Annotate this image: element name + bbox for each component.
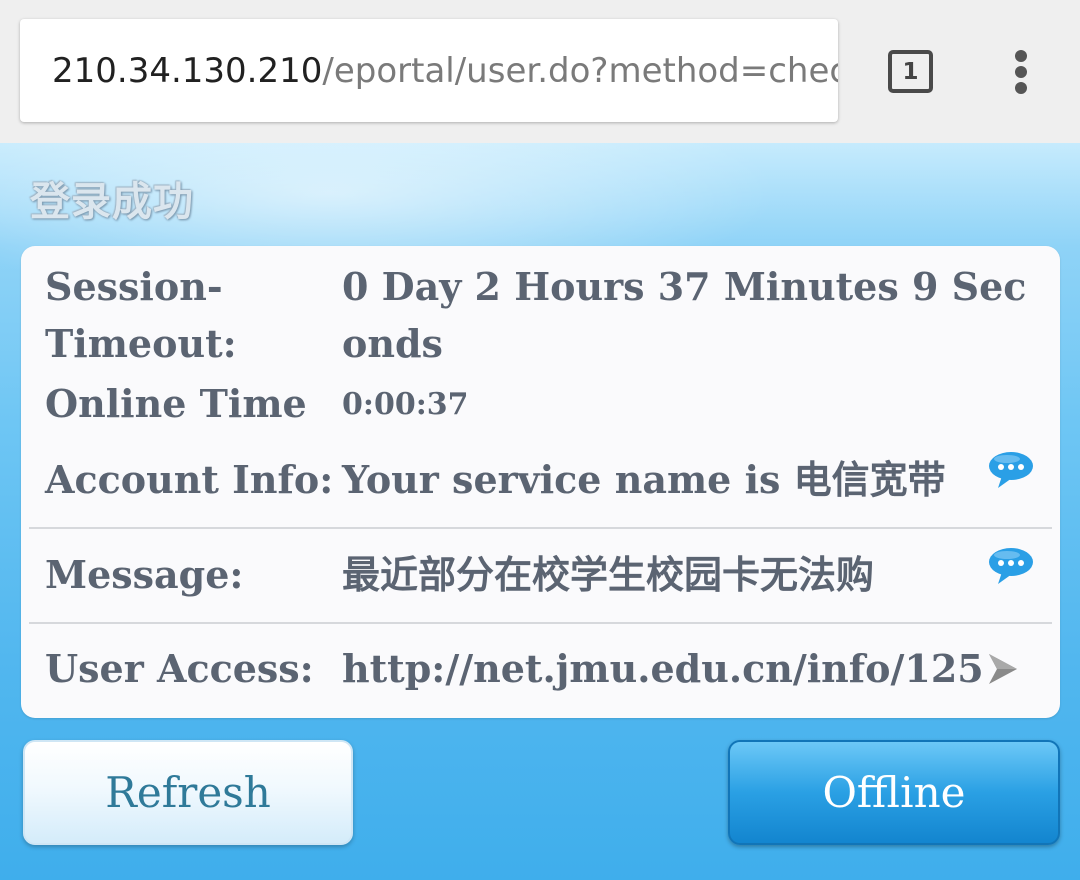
user-access-link[interactable]: http://net.jmu.edu.cn/info/125 — [342, 642, 984, 696]
browser-toolbar: 210.34.130.210/eportal/user.do?method=ch… — [0, 0, 1080, 143]
online-time-label: Online Time — [45, 381, 307, 426]
portal-page: 登录成功 Session-Timeout: 0 Day 2 Hours 37 M… — [0, 143, 1080, 880]
refresh-button[interactable]: Refresh — [23, 740, 353, 845]
message-value[interactable]: 最近部分在校学生校园卡无法购 — [342, 548, 874, 602]
tab-switcher-button[interactable]: 1 — [888, 50, 933, 93]
session-timeout-value: 0 Day 2 Hours 37 Minutes 9 Seconds — [342, 264, 1027, 366]
session-info-card: Session-Timeout: 0 Day 2 Hours 37 Minute… — [21, 246, 1060, 718]
user-access-label: User Access: — [45, 646, 314, 691]
account-info-value: Your service name is 电信宽带 — [342, 457, 946, 502]
address-bar[interactable]: 210.34.130.210/eportal/user.do?method=ch… — [20, 19, 838, 122]
message-label: Message: — [45, 552, 244, 597]
online-time-value: 0:00:37 — [342, 387, 469, 422]
chevron-right-icon[interactable] — [983, 650, 1023, 688]
row-divider — [29, 622, 1052, 624]
url-path: /eportal/user.do?method=check — [322, 50, 838, 91]
speech-bubble-icon[interactable] — [986, 449, 1036, 491]
speech-bubble-icon[interactable] — [986, 545, 1036, 587]
row-divider — [29, 527, 1052, 529]
url-host: 210.34.130.210 — [52, 50, 323, 91]
page-title: 登录成功 — [30, 179, 194, 225]
session-timeout-label: Session-Timeout: — [45, 264, 237, 366]
offline-button[interactable]: Offline — [728, 740, 1060, 845]
more-vertical-icon[interactable] — [1000, 46, 1042, 98]
tab-count: 1 — [902, 58, 919, 85]
account-info-label: Account Info: — [45, 457, 334, 502]
